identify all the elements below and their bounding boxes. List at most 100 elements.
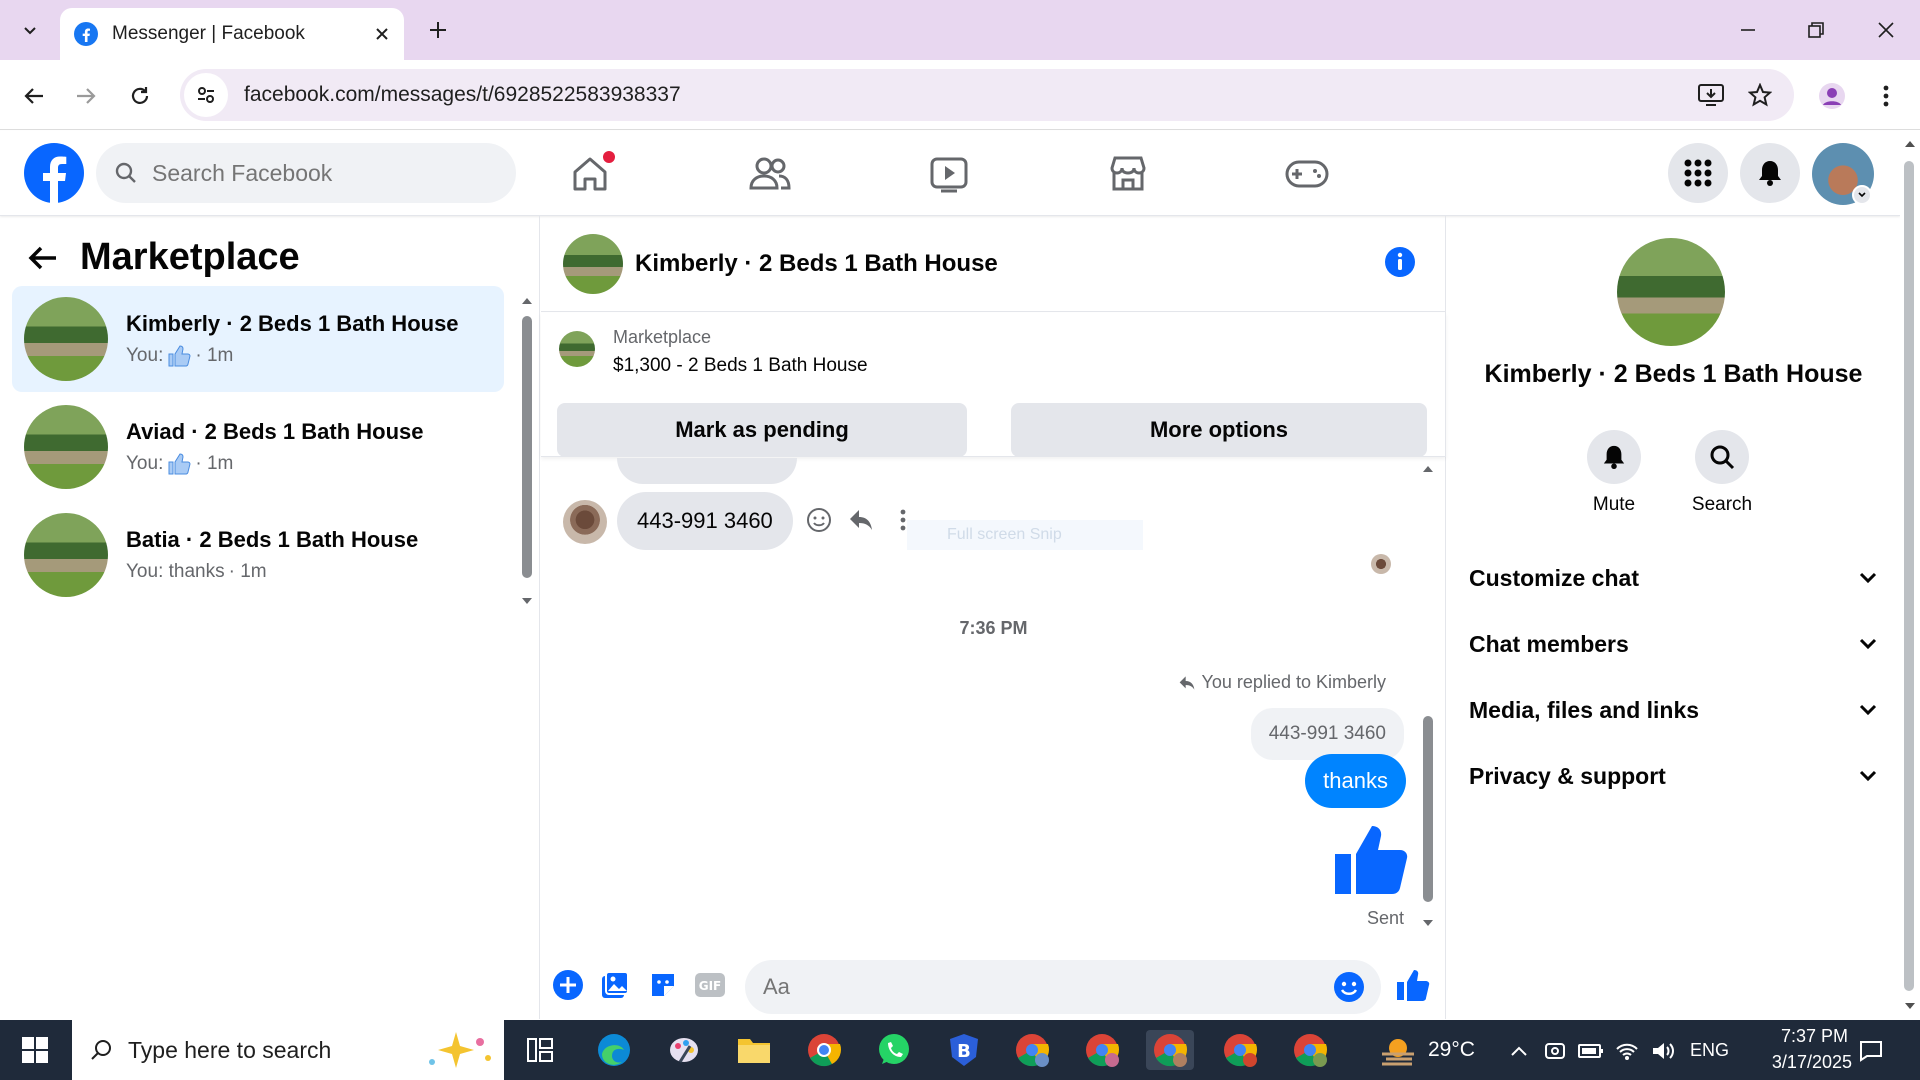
weather-widget[interactable] [1374, 1030, 1422, 1070]
nav-home[interactable] [565, 149, 615, 199]
taskbar-chrome-profile-1[interactable] [1008, 1030, 1056, 1070]
install-app-button[interactable] [1698, 83, 1724, 107]
conversation-name: Batia · 2 Beds 1 Bath House [126, 527, 419, 552]
volume-indicator[interactable] [1650, 1038, 1676, 1064]
arrow-right-icon [77, 88, 96, 104]
restore-button[interactable] [1792, 10, 1840, 50]
incoming-message[interactable]: 443-991 3460 [617, 492, 793, 550]
address-bar[interactable]: facebook.com/messages/t/6928522583938337 [180, 69, 1794, 121]
chevron-down-icon [24, 27, 36, 35]
section-chat-members[interactable]: Chat members [1469, 614, 1877, 674]
language-indicator[interactable]: ENG [1690, 1040, 1729, 1061]
network-indicator[interactable] [1614, 1038, 1640, 1064]
back-arrow-icon[interactable] [28, 245, 58, 271]
scroll-up-icon[interactable] [1903, 139, 1917, 149]
browser-menu-button[interactable] [1868, 78, 1904, 114]
profile-button[interactable] [1814, 78, 1850, 114]
taskbar-whatsapp[interactable] [870, 1030, 918, 1070]
page-scrollbar[interactable] [1900, 131, 1920, 1019]
taskbar-paint[interactable] [660, 1030, 708, 1070]
section-media-files[interactable]: Media, files and links [1469, 680, 1877, 740]
message-input-box[interactable] [745, 960, 1381, 1014]
taskbar-chrome-profile-5[interactable] [1286, 1030, 1334, 1070]
nav-gaming[interactable] [1282, 149, 1332, 199]
chat-title[interactable]: Kimberly · 2 Beds 1 Bath House [635, 250, 998, 278]
gif-button[interactable]: GIF [693, 968, 727, 1002]
minimize-button[interactable] [1724, 10, 1772, 50]
clock-time[interactable]: 7:37 PM [1752, 1026, 1848, 1047]
taskbar-file-explorer[interactable] [730, 1030, 778, 1070]
search-input[interactable] [152, 159, 492, 187]
section-privacy-support[interactable]: Privacy & support [1469, 746, 1877, 806]
taskbar-search[interactable]: Type here to search [72, 1020, 504, 1080]
reply-button[interactable] [845, 504, 877, 536]
forward-button[interactable] [68, 78, 104, 114]
browser-tab[interactable]: Messenger | Facebook [60, 8, 404, 60]
section-customize-chat[interactable]: Customize chat [1469, 548, 1877, 608]
notification-center-button[interactable] [1858, 1038, 1884, 1064]
photo-icon [602, 971, 629, 998]
facebook-search[interactable] [96, 143, 516, 203]
task-view-button[interactable] [516, 1030, 564, 1070]
nav-video[interactable] [924, 149, 974, 199]
conversation-scrollbar[interactable] [520, 296, 534, 606]
scroll-down-icon[interactable] [1421, 918, 1435, 928]
info-icon[interactable] [1384, 246, 1416, 278]
search-action[interactable]: Search [1677, 430, 1767, 516]
attach-photo-button[interactable] [598, 968, 632, 1002]
outgoing-message[interactable]: thanks [1305, 754, 1406, 808]
taskbar-chrome-profile-3[interactable] [1146, 1030, 1194, 1070]
more-options-button[interactable]: More options [1011, 403, 1427, 457]
site-info-button[interactable] [184, 73, 228, 117]
clock-date[interactable]: 3/17/2025 [1742, 1052, 1852, 1073]
gamepad-icon [1285, 160, 1329, 188]
message-input[interactable] [763, 974, 1323, 1000]
more-actions-button[interactable] [551, 968, 585, 1002]
new-tab-button[interactable] [422, 14, 454, 46]
close-window-button[interactable] [1862, 10, 1910, 50]
quoted-message[interactable]: 443-991 3460 [1250, 708, 1404, 760]
listing-title[interactable]: $1,300 - 2 Beds 1 Bath House [613, 355, 868, 377]
facebook-logo-icon[interactable] [24, 143, 84, 203]
mark-pending-button[interactable]: Mark as pending [557, 403, 967, 457]
start-button[interactable] [14, 1032, 56, 1068]
conversation-scroll-thumb[interactable] [522, 316, 532, 578]
scroll-down-icon[interactable] [1903, 1001, 1917, 1011]
notifications-button[interactable] [1740, 143, 1800, 203]
bookmark-button[interactable] [1748, 83, 1772, 107]
show-hidden-icons[interactable] [1506, 1038, 1532, 1064]
sticker-button[interactable] [646, 968, 680, 1002]
taskbar-chrome-profile-4[interactable] [1216, 1030, 1264, 1070]
nav-marketplace[interactable] [1103, 149, 1153, 199]
battery-indicator[interactable] [1578, 1038, 1604, 1064]
taskbar-brave[interactable]: B [940, 1030, 988, 1070]
details-thumbnail[interactable] [1617, 238, 1725, 346]
taskbar-chrome[interactable] [800, 1030, 848, 1070]
scroll-up-icon[interactable] [520, 296, 534, 306]
back-button[interactable] [16, 78, 52, 114]
scroll-down-icon[interactable] [520, 596, 534, 606]
taskbar-chrome-profile-2[interactable] [1078, 1030, 1126, 1070]
large-thumbs-up-icon[interactable] [1332, 822, 1408, 898]
nav-friends[interactable] [745, 149, 795, 199]
meet-now-button[interactable] [1542, 1038, 1568, 1064]
conversation-item[interactable]: Kimberly · 2 Beds 1 Bath House You: · 1m [12, 286, 504, 392]
tab-search-button[interactable] [14, 14, 46, 46]
page-scroll-thumb[interactable] [1904, 161, 1914, 991]
account-menu-badge[interactable] [1852, 185, 1872, 205]
close-tab-icon[interactable] [374, 26, 390, 42]
mute-action[interactable]: Mute [1569, 430, 1659, 516]
message-scroll-thumb[interactable] [1423, 716, 1433, 902]
reload-button[interactable] [122, 78, 158, 114]
menu-button[interactable] [1668, 143, 1728, 203]
message-scrollbar[interactable] [1419, 458, 1437, 950]
listing-thumbnail[interactable] [559, 331, 595, 367]
scroll-up-icon[interactable] [1421, 464, 1435, 474]
conversation-item[interactable]: Batia · 2 Beds 1 Bath House You: thanks … [12, 502, 504, 608]
chat-thumbnail[interactable] [563, 233, 623, 294]
send-like-button[interactable] [1396, 968, 1430, 1002]
taskbar-edge[interactable] [590, 1030, 638, 1070]
react-button[interactable] [803, 504, 835, 536]
emoji-icon[interactable] [1333, 971, 1365, 1003]
conversation-item[interactable]: Aviad · 2 Beds 1 Bath House You: · 1m [12, 394, 504, 500]
